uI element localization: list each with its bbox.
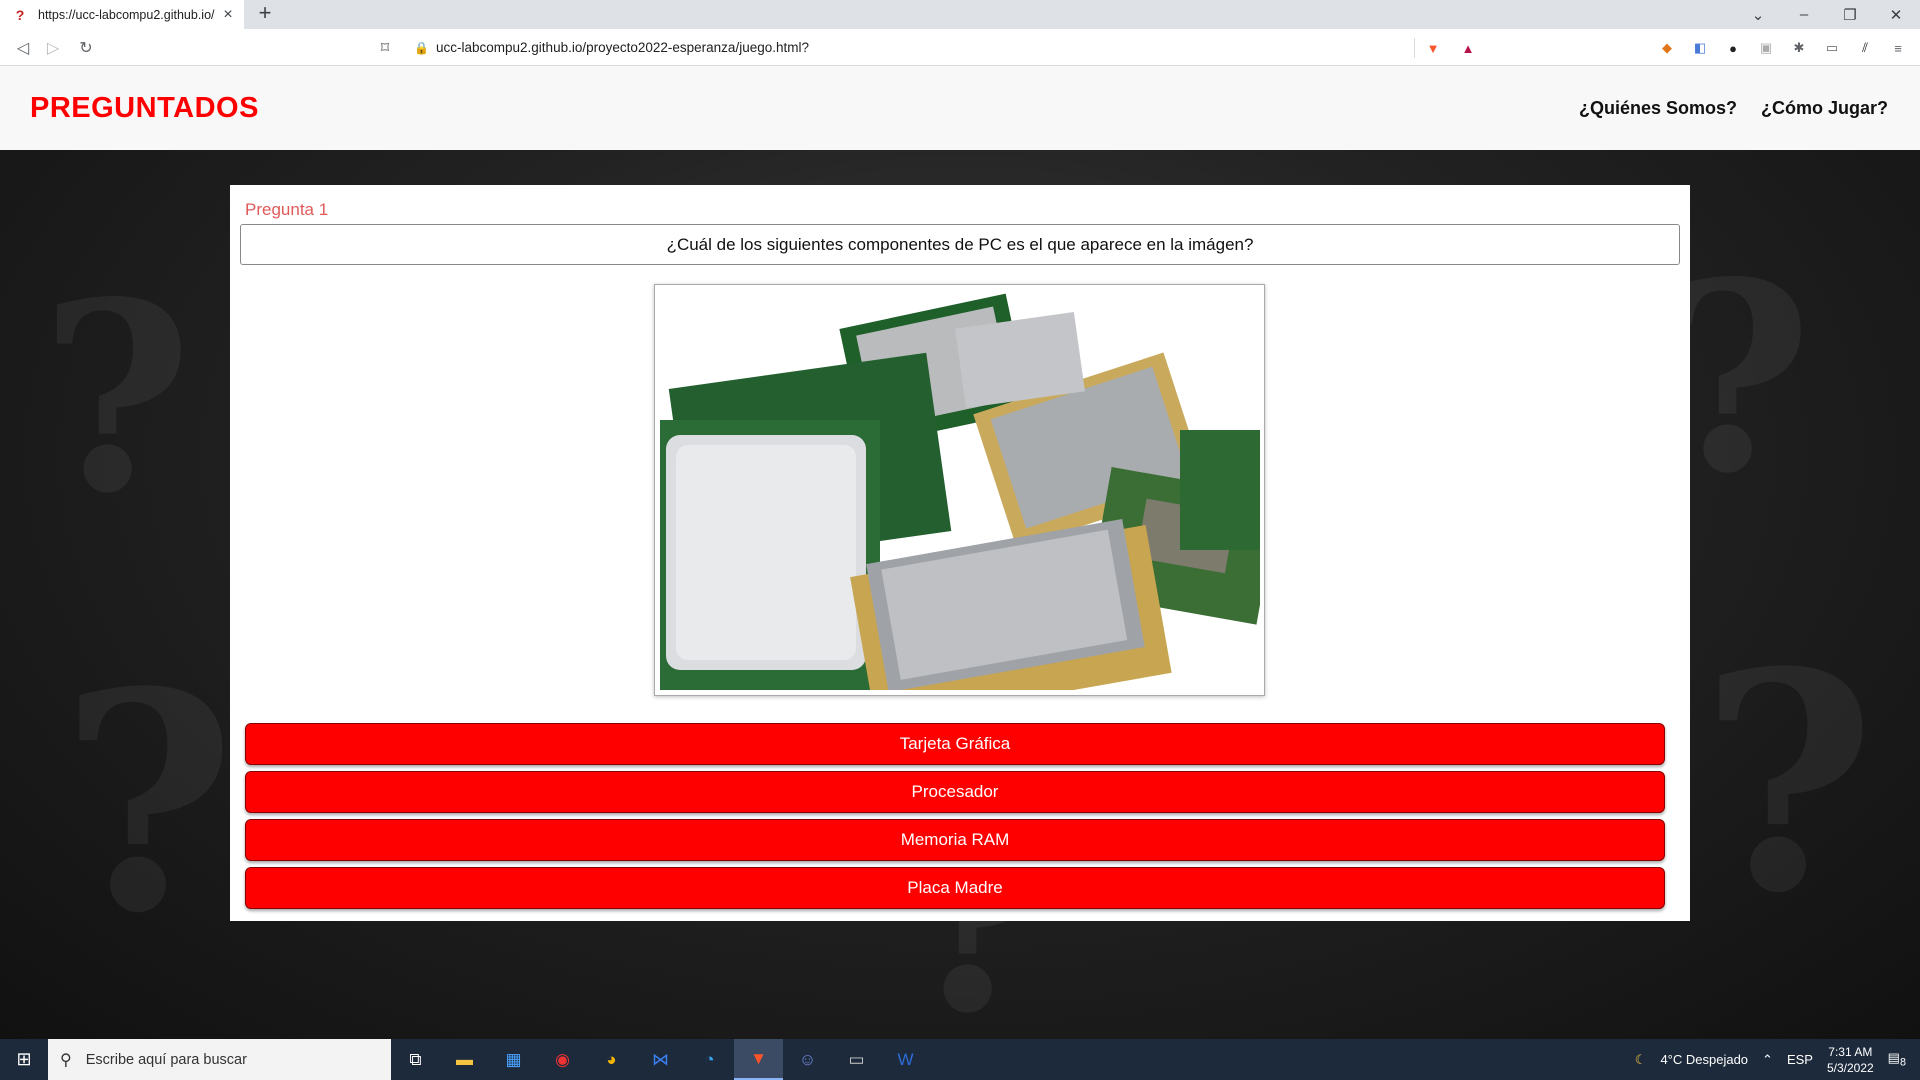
word-icon[interactable]: W — [881, 1039, 930, 1080]
question-image — [654, 284, 1265, 696]
clock-time: 7:31 AM — [1828, 1044, 1873, 1059]
system-tray: ☾ 4°C Despejado ⌃ ESP 7:31 AM 5/3/2022 ▤… — [1635, 1039, 1920, 1080]
question-favicon-icon: ? — [15, 6, 25, 23]
back-icon[interactable]: ◁ — [12, 37, 34, 59]
clock-date: 5/3/2022 — [1826, 1060, 1874, 1075]
chrome-icon[interactable]: ◕ — [587, 1039, 636, 1080]
brand-logo[interactable]: PREGUNTADOS — [30, 92, 259, 125]
moon-weather-icon: ☾ — [1634, 1051, 1647, 1067]
tab-title: https://ucc-labcompu2.github.io/ — [38, 7, 215, 22]
language-indicator[interactable]: ESP — [1787, 1052, 1813, 1067]
taskbar-search[interactable]: ⚲ Escribe aquí para buscar — [48, 1039, 391, 1080]
file-explorer-icon[interactable]: ▬ — [440, 1039, 489, 1080]
browser-toolbar: ◁ ▷ ↻ ⌑ 🔒 ucc-labcompu2.github.io/proyec… — [0, 29, 1920, 66]
brave-icon[interactable]: ▼ — [734, 1039, 783, 1080]
divider — [1414, 38, 1415, 58]
url-text: ucc-labcompu2.github.io/proyecto2022-esp… — [436, 40, 809, 55]
ryzen-master-icon[interactable]: ◉ — [538, 1039, 587, 1080]
extension-grey-icon[interactable]: ▣ — [1756, 38, 1776, 58]
answer-list: Tarjeta Gráfica Procesador Memoria RAM P… — [245, 723, 1665, 915]
question-text: ¿Cuál de los siguientes componentes de P… — [240, 224, 1680, 265]
answer-button-tarjeta-grafica[interactable]: Tarjeta Gráfica — [245, 723, 1665, 765]
brave-shields-icon[interactable]: ▼ — [1423, 38, 1443, 58]
search-icon: ⚲ — [60, 1051, 72, 1069]
site-header: PREGUNTADOS ¿Quiénes Somos? ¿Cómo Jugar? — [0, 66, 1920, 150]
cpu-pile-illustration — [660, 290, 1260, 690]
minimize-button[interactable]: – — [1784, 0, 1824, 29]
edge-icon[interactable]: ◔ — [685, 1039, 734, 1080]
address-bar[interactable]: 🔒 ucc-labcompu2.github.io/proyecto2022-e… — [406, 34, 1486, 61]
extensions-puzzle-icon[interactable]: ✱ — [1789, 38, 1809, 58]
extension-record-icon[interactable]: ● — [1723, 38, 1743, 58]
translate-icon[interactable]: ◧ — [1690, 38, 1710, 58]
tab-search-icon[interactable]: ⌄ — [1738, 0, 1778, 29]
vscode-icon[interactable]: ⋈ — [636, 1039, 685, 1080]
store-icon[interactable]: ▦ — [489, 1039, 538, 1080]
bg-question-mark-icon: ? — [40, 246, 193, 551]
windows-start-icon[interactable]: ⊞ — [0, 1039, 48, 1080]
web-page: ? ? ? ? ? PREGUNTADOS ¿Quiénes Somos? ¿C… — [0, 66, 1920, 1039]
new-tab-button[interactable]: + — [254, 2, 276, 25]
search-placeholder: Escribe aquí para buscar — [85, 1051, 247, 1068]
bg-question-mark-icon: ? — [1700, 606, 1876, 959]
wallet-icon[interactable]: ▭ — [1822, 38, 1842, 58]
nav-quienes-somos[interactable]: ¿Quiénes Somos? — [1579, 98, 1737, 119]
notification-count: 8 — [1899, 1056, 1906, 1069]
browser-tab[interactable]: ? https://ucc-labcompu2.github.io/ × — [0, 0, 244, 29]
discord-icon[interactable]: ☺ — [783, 1039, 832, 1080]
metamask-icon[interactable]: ◆ — [1657, 38, 1677, 58]
answer-button-procesador[interactable]: Procesador — [245, 771, 1665, 813]
chevron-up-icon[interactable]: ⌃ — [1762, 1052, 1773, 1068]
nav-como-jugar[interactable]: ¿Cómo Jugar? — [1761, 98, 1888, 119]
answer-button-placa-madre[interactable]: Placa Madre — [245, 867, 1665, 909]
weather-text[interactable]: 4°C Despejado — [1660, 1052, 1748, 1067]
terminal-icon[interactable]: ▭ — [832, 1039, 881, 1080]
site-nav: ¿Quiénes Somos? ¿Cómo Jugar? — [1579, 98, 1888, 119]
task-view-icon[interactable]: ⧉ — [391, 1039, 440, 1080]
restore-button[interactable]: ❐ — [1830, 0, 1870, 29]
reload-icon[interactable]: ↻ — [75, 37, 97, 59]
question-card: Pregunta 1 ¿Cuál de los siguientes compo… — [230, 185, 1690, 921]
menu-icon[interactable]: ≡ — [1888, 38, 1908, 58]
bookmark-icon[interactable]: ⌑ — [374, 37, 396, 59]
forward-icon[interactable]: ▷ — [42, 37, 64, 59]
brave-rewards-icon[interactable]: ▲ — [1458, 38, 1478, 58]
close-window-button[interactable]: ✕ — [1876, 0, 1916, 29]
bg-question-mark-icon: ? — [60, 626, 236, 979]
question-number: Pregunta 1 — [245, 200, 329, 219]
clock[interactable]: 7:31 AM 5/3/2022 — [1827, 1044, 1874, 1076]
windows-taskbar: ⊞ ⚲ Escribe aquí para buscar ⧉ ▬ ▦ ◉ ◕ ⋈… — [0, 1039, 1920, 1080]
lock-icon: 🔒 — [414, 40, 429, 55]
close-tab-icon[interactable]: × — [220, 6, 236, 23]
notification-icon[interactable]: ▤8 — [1888, 1050, 1906, 1069]
answer-button-memoria-ram[interactable]: Memoria RAM — [245, 819, 1665, 861]
tab-strip: ? https://ucc-labcompu2.github.io/ × + ⌄… — [0, 0, 1920, 29]
profile-icon[interactable]: ⫽ — [1855, 38, 1875, 58]
